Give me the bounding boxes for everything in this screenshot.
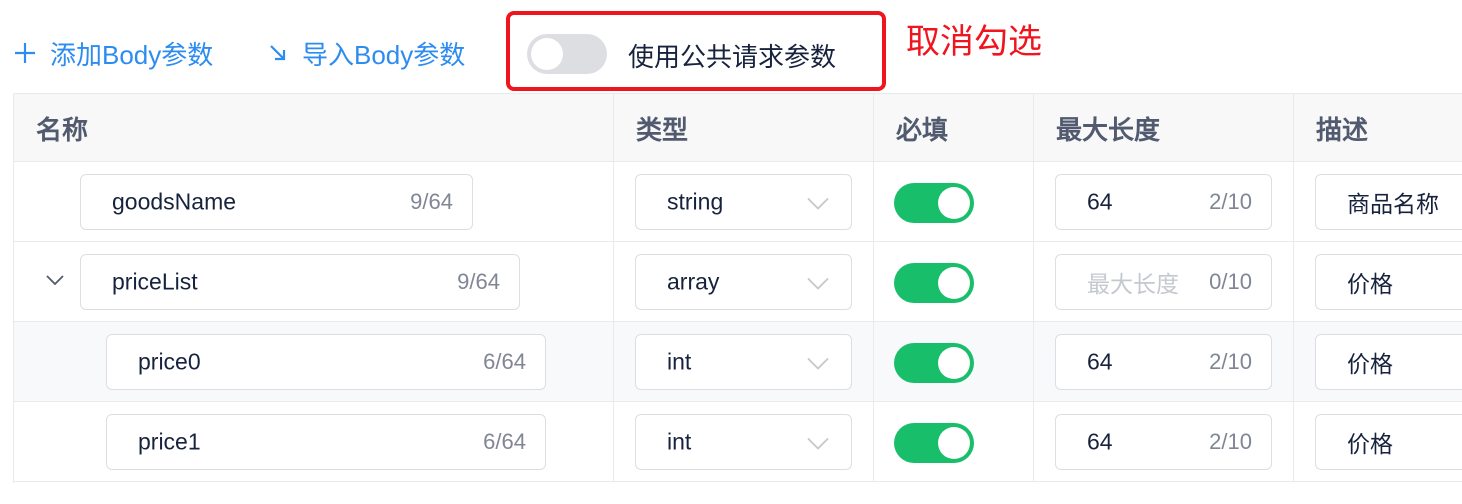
required-switch[interactable] [894,343,974,383]
public-params-switch[interactable] [527,34,607,74]
public-params-label: 使用公共请求参数 [628,41,837,72]
param-name-value: price0 [138,348,201,375]
max-length-input[interactable]: 64 2/10 [1055,174,1272,230]
description-input[interactable]: 价格 [1315,254,1462,310]
type-cell: array [614,242,874,322]
required-switch[interactable] [894,183,974,223]
params-table: 名称 类型 必填 最大长度 描述 goodsName 9/64 string 6… [13,93,1462,483]
param-name-value: priceList [112,268,198,295]
column-header-name: 名称 [14,94,614,162]
name-cell: goodsName 9/64 [14,162,614,242]
chevron-down-icon[interactable] [46,272,64,290]
type-select[interactable]: int [635,414,852,470]
description-value: 价格 [1347,431,1393,457]
table-row: priceList 9/64 array 最大长度 0/10 价格 [14,242,1462,322]
description-value: 价格 [1347,271,1393,297]
annotation-text: 取消勾选 [906,22,1042,61]
table-header: 名称 类型 必填 最大长度 描述 [14,94,1462,162]
type-select[interactable]: array [635,254,852,310]
description-cell: 商品名称 [1294,162,1462,242]
type-select[interactable]: string [635,174,852,230]
chevron-down-icon [807,429,829,456]
max-length-input[interactable]: 64 2/10 [1055,334,1272,390]
add-body-param-button[interactable]: 添加Body参数 [14,33,213,73]
type-value: int [667,348,692,375]
type-cell: string [614,162,874,242]
max-length-input[interactable]: 64 2/10 [1055,414,1272,470]
description-cell: 价格 [1294,322,1462,402]
type-value: int [667,428,692,455]
description-value: 价格 [1347,351,1393,377]
char-count: 9/64 [457,269,500,294]
name-cell: price0 6/64 [14,322,614,402]
name-cell: price1 6/64 [14,402,614,482]
char-count: 6/64 [483,349,526,374]
switch-knob [938,267,970,299]
required-switch[interactable] [894,423,974,463]
char-count: 2/10 [1209,349,1252,374]
param-name-value: price1 [138,428,201,455]
body-params-page: 添加Body参数 导入Body参数 使用公共请求参数 取消勾选 名称 类型 必填… [0,0,1462,504]
switch-knob [938,187,970,219]
max-length-cell: 64 2/10 [1034,162,1294,242]
plus-icon [14,42,36,64]
char-count: 2/10 [1209,189,1252,214]
switch-knob [938,427,970,459]
max-length-value: 64 [1087,428,1113,455]
switch-knob [531,38,563,70]
column-header-max-length: 最大长度 [1034,94,1294,162]
type-cell: int [614,402,874,482]
add-body-param-label: 添加Body参数 [50,39,214,70]
description-value: 商品名称 [1347,191,1439,217]
type-value: string [667,188,724,215]
type-value: array [667,268,720,295]
column-header-description: 描述 [1316,114,1369,145]
name-cell: priceList 9/64 [14,242,614,322]
param-name-value: goodsName [112,188,237,215]
chevron-down-icon [807,189,829,216]
max-length-placeholder: 最大长度 [1087,271,1179,297]
description-cell: 价格 [1294,242,1462,322]
required-cell [874,242,1034,322]
description-input[interactable]: 价格 [1315,414,1462,470]
table-row: price0 6/64 int 64 2/10 价格 [14,322,1462,402]
char-count: 2/10 [1209,429,1252,454]
table-row: price1 6/64 int 64 2/10 价格 [14,402,1462,482]
required-cell [874,322,1034,402]
import-body-param-button[interactable]: 导入Body参数 [268,33,465,73]
max-length-input[interactable]: 最大长度 0/10 [1055,254,1272,310]
param-name-input[interactable]: price1 6/64 [106,414,546,470]
chevron-down-icon [807,349,829,376]
required-switch[interactable] [894,263,974,303]
required-cell [874,162,1034,242]
column-header-type: 类型 [614,94,874,162]
import-body-param-label: 导入Body参数 [302,39,466,70]
param-name-input[interactable]: priceList 9/64 [80,254,520,310]
max-length-cell: 最大长度 0/10 [1034,242,1294,322]
max-length-cell: 64 2/10 [1034,322,1294,402]
table-row: goodsName 9/64 string 64 2/10 商品名称 [14,162,1462,242]
char-count: 9/64 [410,189,453,214]
description-input[interactable]: 价格 [1315,334,1462,390]
param-name-input[interactable]: goodsName 9/64 [80,174,473,230]
type-select[interactable]: int [635,334,852,390]
char-count: 6/64 [483,429,526,454]
column-header-required: 必填 [874,94,1034,162]
description-cell: 价格 [1294,402,1462,482]
max-length-value: 64 [1087,188,1113,215]
chevron-down-icon [807,269,829,296]
param-name-input[interactable]: price0 6/64 [106,334,546,390]
max-length-value: 64 [1087,348,1113,375]
description-input[interactable]: 商品名称 [1315,174,1462,230]
arrow-down-right-icon [268,43,288,63]
char-count: 0/10 [1209,269,1252,294]
switch-knob [938,347,970,379]
max-length-cell: 64 2/10 [1034,402,1294,482]
required-cell [874,402,1034,482]
type-cell: int [614,322,874,402]
